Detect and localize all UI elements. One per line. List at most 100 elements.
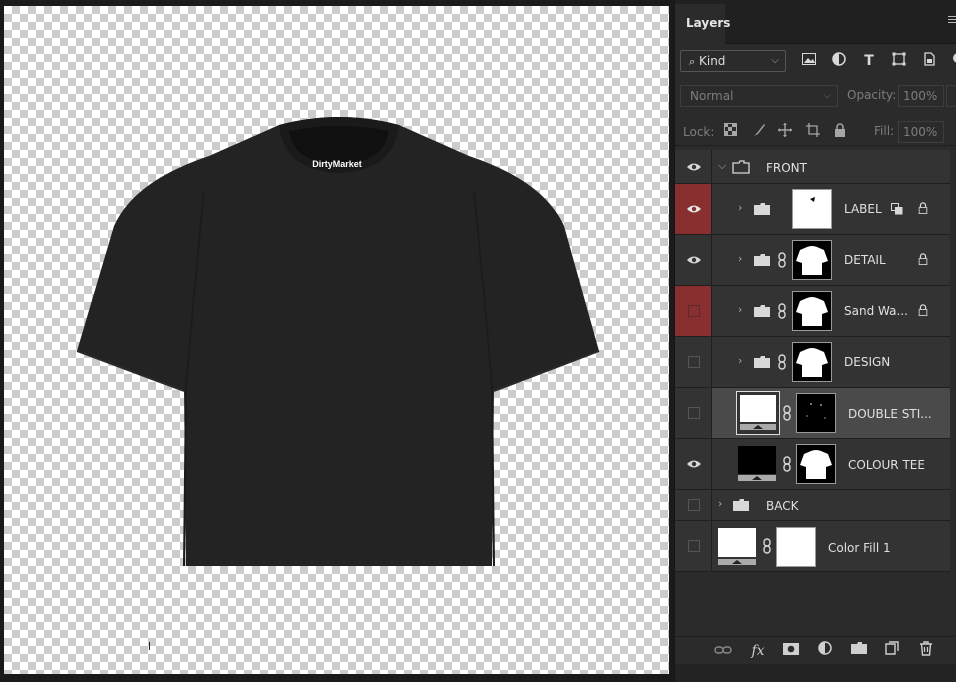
layers-bottom-toolbar: fx: [675, 636, 956, 664]
layer-mask-thumbnail[interactable]: [796, 444, 836, 484]
type-filter-icon[interactable]: T: [860, 52, 878, 70]
link-icon[interactable]: [777, 252, 787, 268]
tab-layers[interactable]: Layers: [675, 4, 730, 44]
link-icon[interactable]: [777, 354, 787, 370]
link-icon[interactable]: [782, 405, 792, 421]
layer-row-sand-wash[interactable]: › Sand Wa...: [675, 286, 950, 337]
layer-row-color-fill-1[interactable]: Color Fill 1: [675, 521, 950, 572]
layer-name: BACK: [766, 499, 799, 513]
chevron-down-icon: ⌵: [771, 55, 779, 66]
layer-row-detail[interactable]: › DETAIL: [675, 235, 950, 286]
link-icon[interactable]: [782, 456, 792, 472]
delete-icon[interactable]: [916, 641, 936, 661]
chevron-right-icon[interactable]: ›: [738, 252, 742, 265]
layer-row-design[interactable]: › DESIGN: [675, 337, 950, 388]
lock-row: Lock: Fill: 100%: [675, 118, 956, 146]
layer-name: Color Fill 1: [828, 541, 891, 555]
panel-menu-icon[interactable]: [948, 16, 956, 26]
layer-thumbnail[interactable]: [736, 444, 780, 484]
layer-name: DESIGN: [844, 355, 891, 369]
hidden-visibility-box: [688, 407, 700, 419]
link-icon[interactable]: [762, 538, 772, 554]
layer-mask-thumbnail[interactable]: [792, 291, 832, 331]
link-icon[interactable]: [777, 303, 787, 319]
adjustment-filter-icon[interactable]: [830, 52, 848, 70]
lock-label: Lock:: [683, 125, 715, 139]
layer-thumbnail[interactable]: [736, 391, 780, 435]
search-icon: ⌕: [689, 55, 696, 68]
visibility-toggle[interactable]: [675, 439, 712, 489]
lock-artboard-icon[interactable]: [804, 123, 822, 141]
visibility-toggle[interactable]: [675, 286, 712, 336]
layer-mask-thumbnail[interactable]: [796, 393, 836, 433]
adjustment-layer-icon[interactable]: [815, 641, 835, 661]
visibility-toggle[interactable]: [675, 388, 712, 438]
lock-all-icon[interactable]: [831, 123, 849, 141]
tshirt-image: [76, 117, 600, 567]
visibility-toggle[interactable]: [675, 184, 712, 234]
link-layers-icon[interactable]: [713, 641, 733, 661]
layer-row-double-stitch[interactable]: DOUBLE STI...: [675, 388, 950, 439]
folder-icon: [754, 305, 770, 317]
layer-name: Sand Wa...: [844, 304, 908, 318]
layer-row-colour-tee[interactable]: COLOUR TEE: [675, 439, 950, 490]
layer-thumbnail[interactable]: [716, 526, 760, 568]
layer-name: FRONT: [766, 161, 807, 175]
lock-position-icon[interactable]: [776, 123, 794, 141]
opacity-dropdown[interactable]: [946, 85, 956, 107]
chevron-right-icon[interactable]: ›: [738, 354, 742, 367]
chevron-right-icon[interactable]: ›: [738, 201, 742, 214]
layer-row-back[interactable]: › BACK: [675, 490, 950, 521]
smart-object-icon: [891, 203, 903, 215]
eye-icon: [687, 256, 701, 264]
folder-icon: [733, 499, 749, 511]
opacity-label: Opacity:: [847, 88, 897, 102]
visibility-toggle[interactable]: [675, 150, 712, 183]
panel-tab-bar: Layers: [675, 0, 956, 44]
image-filter-icon[interactable]: [800, 52, 818, 70]
eye-icon: [687, 205, 701, 213]
layer-mask-thumbnail[interactable]: [776, 527, 816, 567]
filter-toggle-icon[interactable]: [945, 52, 956, 70]
canvas-frame: DirtyMarket: [0, 0, 674, 682]
blend-mode-select[interactable]: Normal ⌵: [680, 85, 838, 107]
kind-filter-select[interactable]: ⌕ Kind ⌵: [680, 50, 786, 72]
chevron-right-icon[interactable]: ›: [738, 303, 742, 316]
fx-icon[interactable]: fx: [748, 641, 768, 661]
hidden-visibility-box: [688, 540, 700, 552]
chevron-down-icon[interactable]: ⌵: [718, 159, 726, 173]
visibility-toggle[interactable]: [675, 521, 712, 571]
smart-object-filter-icon[interactable]: [920, 52, 938, 70]
lock-transparent-pixels-icon[interactable]: [722, 123, 740, 141]
new-group-icon[interactable]: [849, 641, 869, 661]
layer-mask-thumbnail[interactable]: [792, 189, 832, 229]
fill-field[interactable]: 100%: [898, 121, 944, 143]
eye-icon: [687, 460, 701, 468]
visibility-toggle[interactable]: [675, 490, 712, 520]
layer-mask-thumbnail[interactable]: [792, 342, 832, 382]
new-layer-icon[interactable]: [882, 641, 902, 661]
lock-image-pixels-icon[interactable]: [750, 123, 768, 141]
layers-list: ⌵ FRONT › LABEL › DETAIL › Sand Wa... › …: [675, 150, 956, 574]
opacity-field[interactable]: 100%: [898, 85, 944, 107]
chevron-down-icon: ⌵: [823, 90, 831, 101]
chevron-right-icon[interactable]: ›: [718, 497, 722, 510]
blend-row: Normal ⌵ Opacity: 100%: [675, 84, 956, 110]
layer-mask-thumbnail[interactable]: [792, 240, 832, 280]
add-mask-icon[interactable]: [781, 641, 801, 661]
visibility-toggle[interactable]: [675, 337, 712, 387]
folder-icon: [754, 356, 770, 368]
layer-row-front[interactable]: ⌵ FRONT: [675, 150, 950, 184]
document-canvas[interactable]: DirtyMarket: [4, 6, 669, 674]
layer-name: COLOUR TEE: [848, 458, 925, 472]
visibility-toggle[interactable]: [675, 235, 712, 285]
layer-name: LABEL: [844, 202, 882, 216]
shape-filter-icon[interactable]: [890, 52, 908, 70]
text-cursor: [149, 642, 150, 650]
layer-name: DETAIL: [844, 253, 886, 267]
hidden-visibility-box: [688, 499, 700, 511]
filter-row: ⌕ Kind ⌵ T: [675, 48, 956, 78]
tshirt-brand-label: DirtyMarket: [312, 159, 362, 169]
hidden-visibility-box: [688, 305, 700, 317]
layer-row-label[interactable]: › LABEL: [675, 184, 950, 235]
